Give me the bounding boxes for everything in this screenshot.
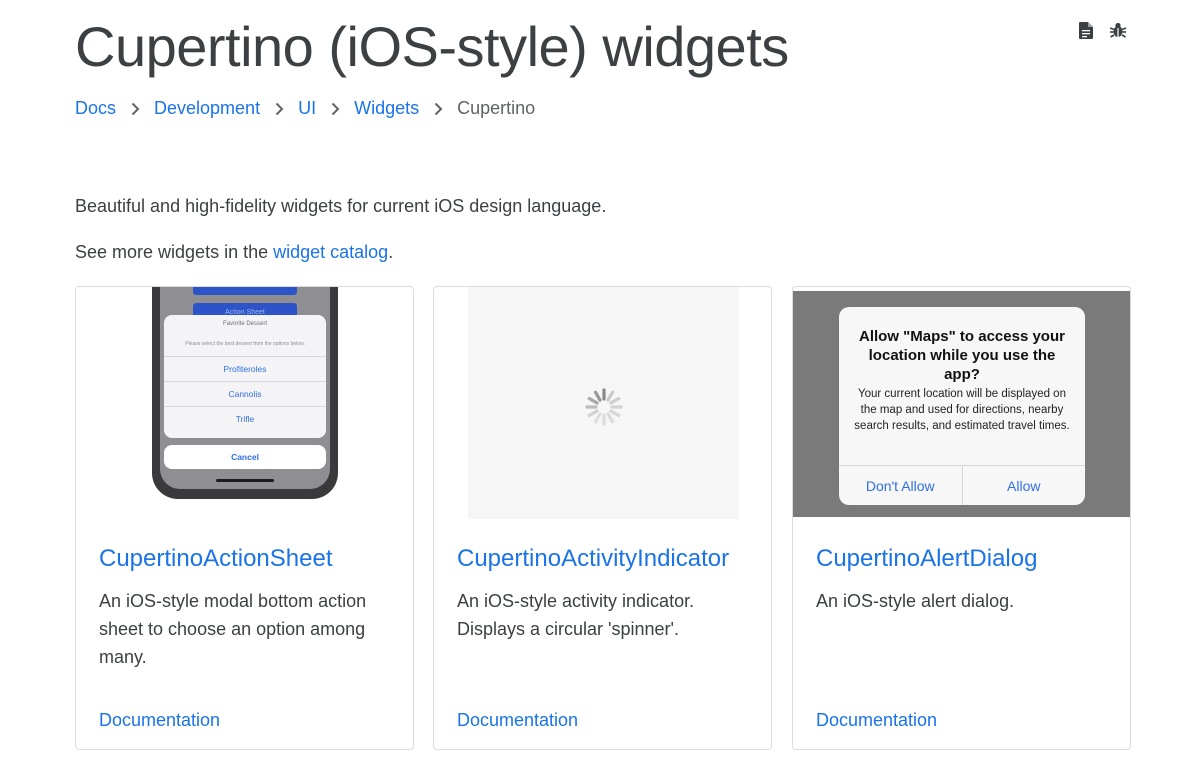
card-description: An iOS-style modal bottom action sheet t… xyxy=(99,591,367,667)
chevron-right-icon xyxy=(316,102,354,116)
sheet-option: Trifle xyxy=(164,406,326,431)
documentation-link[interactable]: Documentation xyxy=(816,710,937,731)
document-icon[interactable] xyxy=(1076,20,1096,40)
home-indicator xyxy=(216,479,274,482)
card-title-activity-indicator[interactable]: CupertinoActivityIndicator xyxy=(457,545,729,573)
breadcrumb-widgets[interactable]: Widgets xyxy=(354,98,419,119)
breadcrumb-development[interactable]: Development xyxy=(154,98,260,119)
chevron-right-icon xyxy=(116,102,154,116)
card-title-alert-dialog[interactable]: CupertinoAlertDialog xyxy=(816,545,1037,573)
documentation-link[interactable]: Documentation xyxy=(457,710,578,731)
breadcrumb-current: Cupertino xyxy=(457,98,536,118)
sheet-option: Cannolis xyxy=(164,381,326,406)
chevron-right-icon xyxy=(260,102,298,116)
intro-text: Beautiful and high-fidelity widgets for … xyxy=(75,196,607,216)
alert-dialog-preview[interactable]: Allow "Maps" to access your location whi… xyxy=(793,287,1130,519)
bug-icon[interactable] xyxy=(1108,20,1128,40)
sheet-message: Please select the best dessert from the … xyxy=(185,341,305,347)
alert-dialog: Allow "Maps" to access your location whi… xyxy=(839,307,1085,505)
breadcrumb-ui[interactable]: UI xyxy=(298,98,316,119)
catalog-prefix: See more widgets in the xyxy=(75,242,274,262)
sheet-title: Favorite Dessert xyxy=(222,321,267,327)
action-sheet-preview[interactable]: Action Sheet Favorite Dessert Please sel… xyxy=(76,287,413,519)
activity-indicator-preview[interactable] xyxy=(434,287,771,519)
phone-frame: Action Sheet Favorite Dessert Please sel… xyxy=(152,287,338,499)
breadcrumb-docs[interactable]: Docs xyxy=(75,98,116,119)
catalog-sentence: See more widgets in the widget catalog. xyxy=(75,242,393,263)
alert-action-dont-allow: Don't Allow xyxy=(865,478,935,494)
preview-background: Allow "Maps" to access your location whi… xyxy=(793,291,1130,517)
sheet-option: Profiteroles xyxy=(164,356,326,381)
sheet-cancel: Cancel xyxy=(164,445,326,469)
alert-action-allow: Allow xyxy=(961,466,1086,505)
documentation-link[interactable]: Documentation xyxy=(99,710,220,731)
catalog-suffix: . xyxy=(388,242,394,262)
card-alert-dialog: Allow "Maps" to access your location whi… xyxy=(792,286,1131,750)
alert-actions: Don't Allow Allow xyxy=(839,465,1085,505)
card-activity-indicator: CupertinoActivityIndicator An iOS-style … xyxy=(433,286,772,750)
alert-title: Allow "Maps" to access your location whi… xyxy=(859,328,1065,383)
action-sheet: Favorite Dessert Please select the best … xyxy=(164,315,326,438)
page-actions xyxy=(1076,20,1128,40)
page-title: Cupertino (iOS-style) widgets xyxy=(75,15,789,78)
spinner-icon xyxy=(585,388,623,426)
breadcrumb: Docs Development UI Widgets Cupertino xyxy=(75,98,535,119)
card-description: An iOS-style alert dialog. xyxy=(816,591,1015,611)
card-title-action-sheet[interactable]: CupertinoActionSheet xyxy=(99,545,332,573)
card-action-sheet: Action Sheet Favorite Dessert Please sel… xyxy=(75,286,414,750)
alert-message: Your current location will be displayed … xyxy=(854,388,1070,432)
preview-button-top xyxy=(193,287,297,295)
card-description: An iOS-style activity indicator. Display… xyxy=(457,591,695,639)
widget-catalog-link[interactable]: widget catalog xyxy=(273,242,388,262)
chevron-right-icon xyxy=(419,102,457,116)
phone-screen: Action Sheet Favorite Dessert Please sel… xyxy=(160,287,330,489)
